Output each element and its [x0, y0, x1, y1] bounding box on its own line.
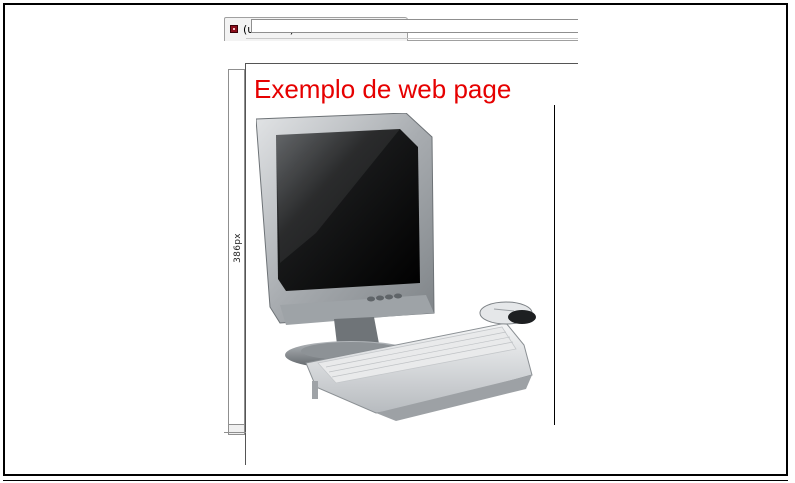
computer-image[interactable]: [256, 113, 548, 433]
content-divider-line: [554, 105, 555, 425]
vertical-ruler-tick: [224, 432, 246, 433]
top-ruler: [251, 19, 578, 33]
editor-window: (untitled) 386px Exemplo de web page: [224, 17, 578, 465]
design-view-border-left: [245, 63, 246, 465]
top-ruler-guide: [246, 38, 578, 39]
bottom-divider: [3, 480, 788, 481]
tab-strip-line: [408, 40, 578, 41]
vertical-ruler-end: [228, 425, 245, 435]
document-icon: [230, 25, 238, 33]
vertical-ruler: 386px: [228, 69, 245, 425]
design-view-border-top: [245, 63, 578, 64]
page-heading[interactable]: Exemplo de web page: [254, 74, 511, 105]
height-label: 386px: [233, 233, 243, 263]
